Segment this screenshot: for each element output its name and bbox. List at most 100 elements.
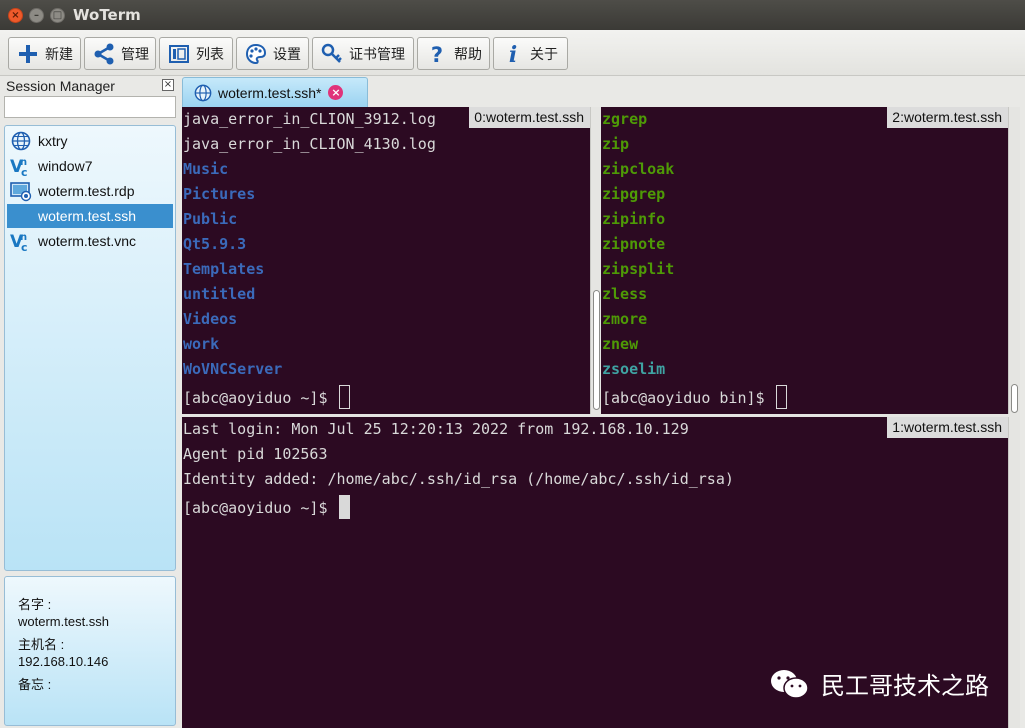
share-icon	[94, 43, 114, 64]
vnc-icon: Vnc	[10, 230, 32, 252]
pane-label: 0:woterm.test.ssh	[469, 107, 590, 128]
pane-label: 1:woterm.test.ssh	[887, 417, 1008, 438]
info-host-label: 主机名 :	[18, 637, 65, 652]
terminal-cursor	[775, 385, 787, 409]
info-name-value: woterm.test.ssh	[18, 614, 110, 629]
terminal-cursor	[338, 385, 350, 409]
help-button-label: 帮助	[454, 46, 482, 63]
list-button[interactable]: 列表	[159, 37, 233, 70]
scrollbar-thumb[interactable]	[593, 290, 600, 410]
terminal-line: Public	[183, 210, 238, 228]
terminal-line: Qt5.9.3	[183, 235, 247, 253]
terminal-pane-2[interactable]: zgrep zip zipcloak zipgrep zipinfo zipnote zip…	[601, 107, 1008, 414]
terminal-line: java_error_in_CLION_3912.log	[183, 110, 436, 128]
manage-button[interactable]: 管理	[84, 37, 156, 70]
svg-text:c: c	[21, 166, 28, 177]
window-maximize-button[interactable]: □	[50, 8, 65, 23]
window-title: WoTerm	[73, 6, 141, 24]
terminal-prompt: [abc@aoyiduo ~]$	[183, 389, 337, 407]
close-icon: ×	[11, 10, 20, 21]
window-minimize-button[interactable]: –	[29, 8, 44, 23]
session-info-panel: 名字 : woterm.test.ssh 主机名 : 192.168.10.14…	[4, 576, 176, 726]
window-close-button[interactable]: ×	[8, 8, 23, 23]
terminal-line: Music	[183, 160, 229, 178]
close-icon[interactable]: ×	[162, 79, 174, 91]
info-name-label: 名字 :	[18, 597, 52, 612]
terminal-line: work	[183, 335, 220, 353]
settings-button[interactable]: 设置	[236, 37, 309, 70]
info-host-value: 192.168.10.146	[18, 654, 109, 669]
key-icon	[321, 43, 342, 63]
scrollbar-thumb[interactable]	[1011, 384, 1018, 413]
toolbar: 新建 管理 列表 设置 证书管理 ? 帮助 i 关于	[0, 30, 1025, 76]
terminal-line: Templates	[183, 260, 265, 278]
ssh-icon	[10, 205, 32, 227]
terminal-line: zip	[602, 135, 630, 153]
session-item-window7[interactable]: Vnc window7	[7, 154, 173, 178]
terminal-prompt-line: [abc@aoyiduo bin]$	[602, 385, 787, 409]
scrollbar[interactable]	[1008, 107, 1020, 414]
globe-icon	[194, 84, 212, 101]
terminal-line: Identity added: /home/abc/.ssh/id_rsa (/…	[183, 470, 734, 488]
session-item-label: kxtry	[38, 133, 68, 149]
terminal-line: WoVNCServer	[183, 360, 283, 378]
list-icon	[169, 44, 189, 63]
settings-button-label: 设置	[273, 46, 301, 63]
session-item-woterm-test-ssh[interactable]: woterm.test.ssh	[7, 204, 173, 228]
scrollbar[interactable]	[590, 107, 601, 414]
maximize-icon: □	[52, 10, 63, 21]
session-search-input[interactable]	[4, 96, 176, 118]
new-button[interactable]: 新建	[8, 37, 81, 70]
svg-text:i: i	[509, 43, 517, 65]
pane-label: 2:woterm.test.ssh	[887, 107, 1008, 128]
terminal-prompt-line: [abc@aoyiduo ~]$	[183, 385, 350, 409]
watermark: 民工哥技术之路	[769, 666, 989, 701]
terminal-line: zipinfo	[602, 210, 666, 228]
watermark-text: 民工哥技术之路	[821, 672, 989, 700]
svg-text:?: ?	[431, 43, 443, 65]
terminal-line: Agent pid 102563	[183, 445, 328, 463]
terminal-prompt: [abc@aoyiduo ~]$	[183, 499, 337, 517]
terminal-line: zgrep	[602, 110, 648, 128]
terminal-line: Pictures	[183, 185, 256, 203]
scrollbar[interactable]	[1008, 417, 1020, 728]
cert-manage-button[interactable]: 证书管理	[312, 37, 414, 70]
session-item-kxtry[interactable]: kxtry	[7, 129, 173, 153]
session-item-label: woterm.test.rdp	[38, 183, 135, 199]
help-button[interactable]: ? 帮助	[417, 37, 490, 70]
title-bar: × – □ WoTerm	[0, 0, 1025, 30]
svg-text:c: c	[21, 241, 28, 252]
terminal-line: java_error_in_CLION_4130.log	[183, 135, 436, 153]
terminal-line: znew	[602, 335, 639, 353]
session-item-label: woterm.test.ssh	[38, 208, 137, 224]
terminal-pane-0[interactable]: java_error_in_CLION_3912.log java_error_i…	[182, 107, 590, 414]
vnc-icon: Vnc	[10, 155, 32, 177]
terminal-line: zipgrep	[602, 185, 666, 203]
terminal-prompt: [abc@aoyiduo bin]$	[602, 389, 774, 407]
terminal-line: zmore	[602, 310, 648, 328]
plus-icon	[19, 44, 37, 63]
info-memo-label: 备忘 :	[18, 677, 52, 692]
terminal-line: zipsplit	[602, 260, 675, 278]
cert-manage-button-label: 证书管理	[349, 46, 405, 63]
session-item-woterm-test-rdp[interactable]: woterm.test.rdp	[7, 179, 173, 203]
new-button-label: 新建	[45, 46, 73, 63]
session-manager-title: Session Manager	[6, 78, 115, 94]
wechat-icon	[771, 669, 809, 699]
tab-woterm-test-ssh[interactable]: woterm.test.ssh* ×	[182, 77, 368, 107]
session-item-woterm-test-vnc[interactable]: Vnc woterm.test.vnc	[7, 229, 173, 253]
terminal-line: zipnote	[602, 235, 666, 253]
tab-bar: woterm.test.ssh* ×	[182, 76, 1025, 107]
tab-close-icon[interactable]: ×	[328, 85, 344, 100]
session-item-label: woterm.test.vnc	[38, 233, 137, 249]
terminal-prompt-line: [abc@aoyiduo ~]$	[183, 495, 350, 519]
question-icon: ?	[431, 43, 443, 65]
globe-icon	[10, 130, 32, 152]
minimize-icon: –	[34, 10, 39, 21]
info-icon: i	[509, 43, 517, 65]
about-button[interactable]: i 关于	[493, 37, 568, 70]
manage-button-label: 管理	[121, 46, 149, 63]
terminal-line: zipcloak	[602, 160, 675, 178]
tab-label: woterm.test.ssh*	[218, 84, 322, 101]
terminal-line: Last login: Mon Jul 25 12:20:13 2022 fro…	[183, 420, 689, 438]
